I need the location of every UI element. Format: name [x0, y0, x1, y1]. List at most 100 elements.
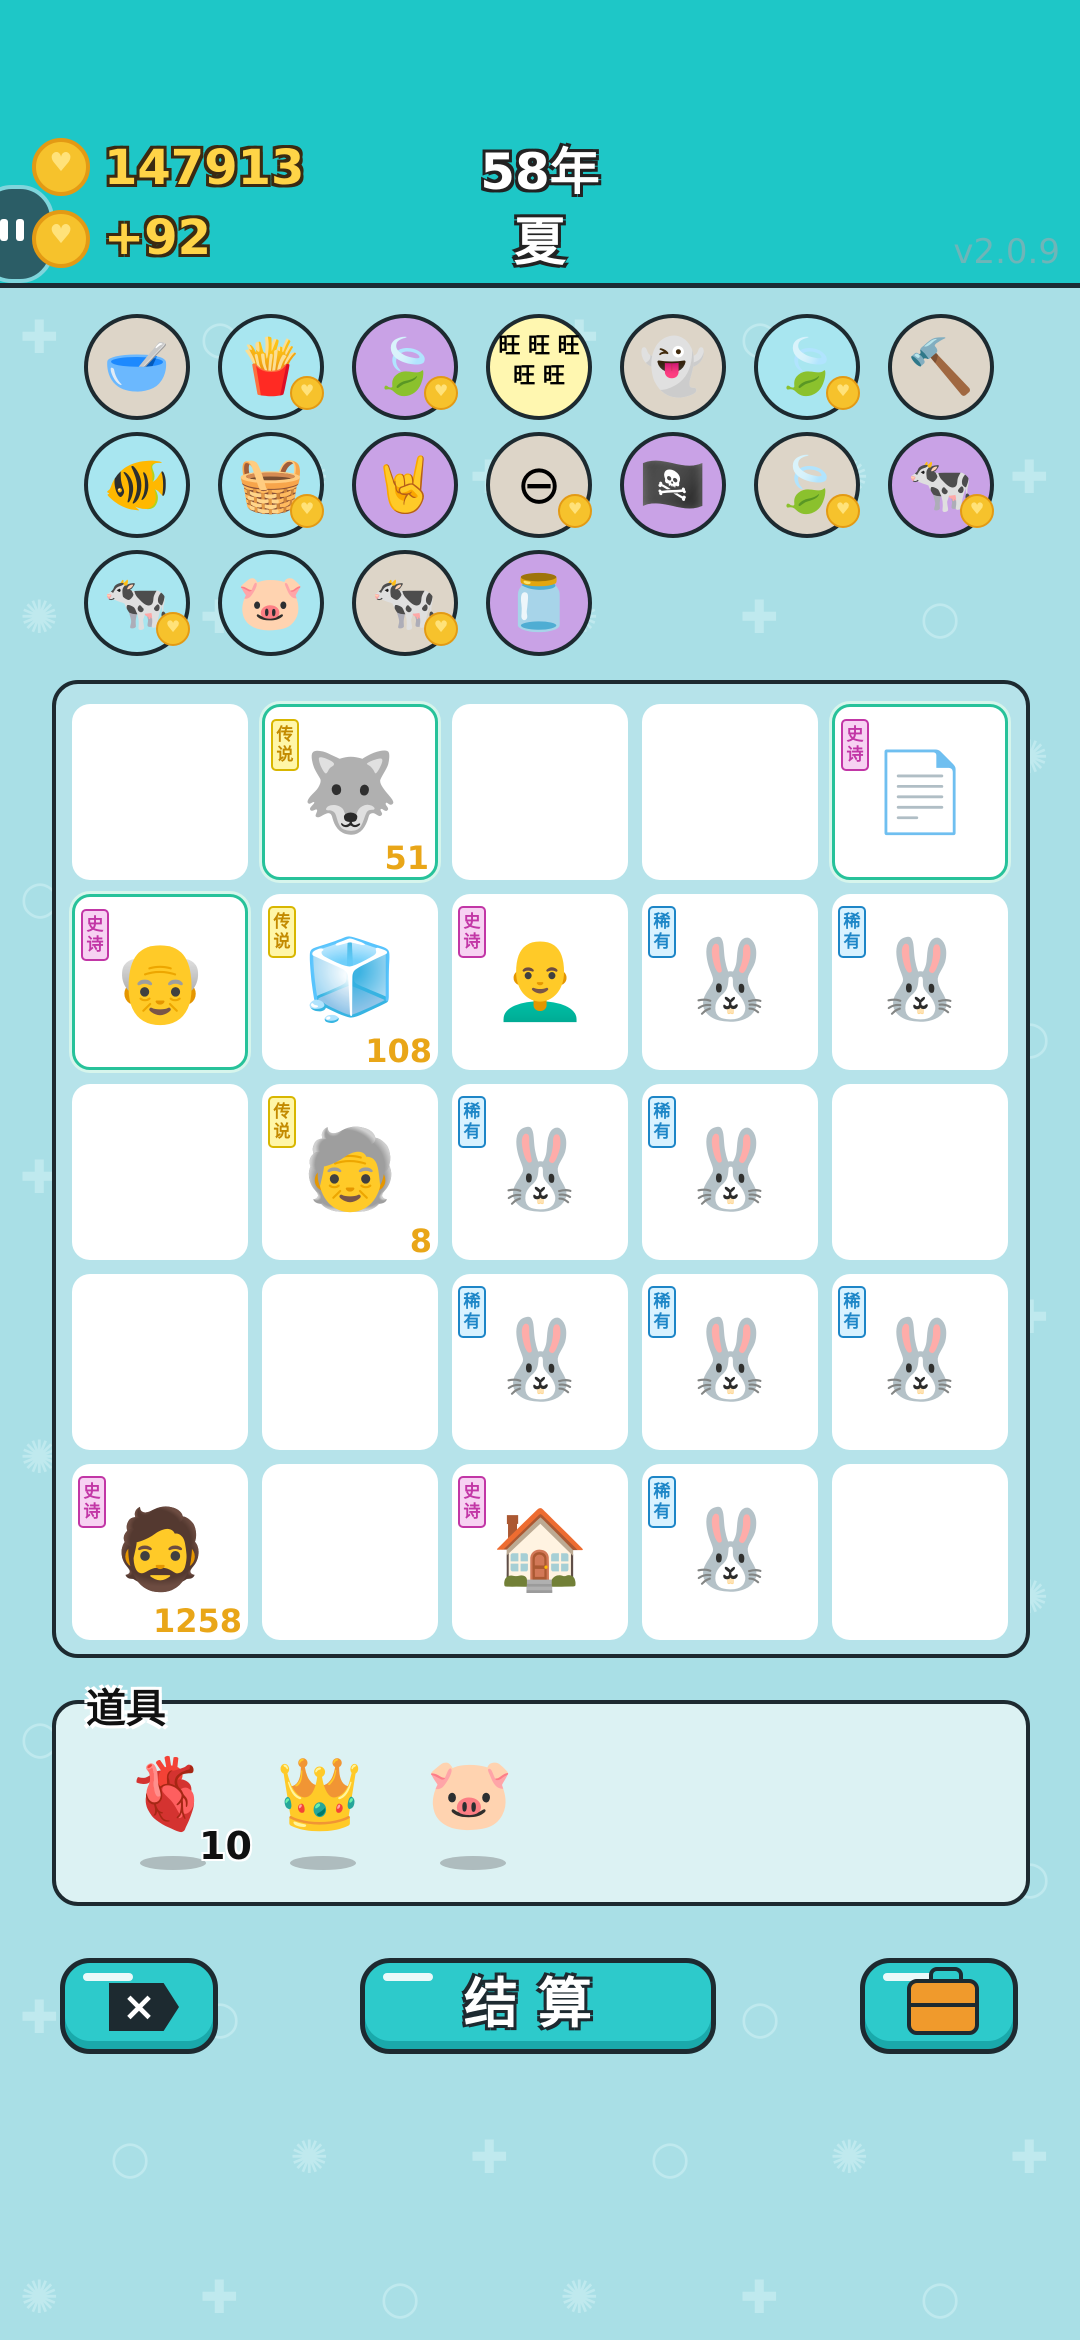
board-cell[interactable]: 史诗 🧔 1258 [72, 1464, 248, 1640]
tool-shadow [440, 1856, 506, 1870]
item-glyph: 🏴‍☠️ [639, 453, 707, 516]
button-gloss [83, 1973, 133, 1981]
board-cell[interactable]: 稀有 🐰 [452, 1084, 628, 1260]
pattern-shape: ○ [650, 2130, 691, 2184]
empty-cell[interactable] [72, 1274, 248, 1450]
cow-pair-icon[interactable]: 🐄 ♥ [888, 432, 994, 538]
inventory-button[interactable] [860, 1958, 1018, 2054]
jar-icon[interactable]: 🫙 [486, 550, 592, 656]
exit-button[interactable]: × [60, 1958, 218, 2054]
wang-text: 旺 旺 旺 旺 旺 [498, 334, 580, 389]
board-cell[interactable]: 稀有 🐰 [642, 1084, 818, 1260]
season-label: 夏 [513, 213, 566, 273]
coin-bonus-icon: ♥ [826, 494, 860, 528]
piggy-bank-icon[interactable]: 🐷 [218, 550, 324, 656]
board-cell[interactable]: 稀有 🐰 [832, 894, 1008, 1070]
rock-hand-icon[interactable]: 🤘 [352, 432, 458, 538]
pattern-shape: ✚ [1010, 2130, 1049, 2184]
empty-cell[interactable] [262, 1274, 438, 1450]
board-cell[interactable]: 传说 🧊 108 [262, 894, 438, 1070]
rich-grandpa-icon: 🧓 [301, 1125, 399, 1215]
item-glyph: 🫙 [505, 571, 573, 634]
cell-counter: 1258 [152, 1602, 242, 1640]
pattern-shape: ○ [740, 1990, 781, 2044]
year-label: 58年 [480, 143, 600, 201]
coin-bonus-icon: ♥ [424, 612, 458, 646]
pet-food-bowl-icon[interactable]: 🥣 [84, 314, 190, 420]
leaf-icon[interactable]: 🍃 ♥ [352, 314, 458, 420]
pattern-shape: ✚ [20, 1990, 59, 2044]
board-cell[interactable]: 稀有 🐰 [832, 1274, 1008, 1450]
leaf-icon[interactable]: 🍃 ♥ [754, 314, 860, 420]
pause-bar-icon [0, 219, 8, 241]
coin-bonus-icon: ♥ [156, 612, 190, 646]
tool-shadow [140, 1856, 206, 1870]
board-cell[interactable]: 史诗 👨‍🦲 [452, 894, 628, 1070]
coin-bonus-icon: ♥ [290, 376, 324, 410]
bearded-man-icon: 🧔 [111, 1505, 209, 1595]
empty-cell[interactable] [72, 1084, 248, 1260]
slot-board: 传说 🐺 51 史诗 📄 史诗 👴 传说 🧊 108 史诗 👨‍🦲 稀有 🐰 稀有 🐰 传说 🧓 8 稀有 🐰 稀有 🐰 稀有… [52, 680, 1030, 1658]
coin-bonus-icon: ♥ [960, 494, 994, 528]
empty-cell[interactable] [72, 704, 248, 880]
hammer-icon[interactable]: 🔨 [888, 314, 994, 420]
fish-tank-icon[interactable]: 🐠 [84, 432, 190, 538]
rabbit-icon: 🐰 [491, 1315, 589, 1405]
cow-pair-icon[interactable]: 🐄 ♥ [352, 550, 458, 656]
husky-king-icon: 🐺 [301, 748, 399, 838]
cow-pair-icon[interactable]: 🐄 ♥ [84, 550, 190, 656]
rabbit-icon: 🐰 [681, 1315, 779, 1405]
board-cell[interactable]: 史诗 👴 [72, 894, 248, 1070]
pattern-shape: ○ [920, 590, 961, 644]
board-cell[interactable]: 传说 🐺 51 [262, 704, 438, 880]
item-glyph: 🥣 [103, 335, 171, 398]
empty-cell[interactable] [262, 1464, 438, 1640]
board-cell[interactable]: 稀有 🐰 [642, 1274, 818, 1450]
empty-cell[interactable] [832, 1464, 1008, 1640]
tools-panel: 🫀 10 👑 🐷 [52, 1700, 1030, 1906]
rabbit-icon: 🐰 [681, 935, 779, 1025]
eye-patch-icon[interactable]: 🏴‍☠️ [620, 432, 726, 538]
cell-counter: 51 [384, 839, 429, 877]
board-cell[interactable]: 史诗 📄 [832, 704, 1008, 880]
pattern-shape: ✺ [290, 2130, 329, 2184]
pattern-shape: ✚ [740, 2270, 779, 2324]
crown-icon[interactable]: 👑 [260, 1744, 380, 1870]
settle-button[interactable]: 结算 [360, 1958, 716, 2054]
pattern-shape: ○ [380, 2270, 421, 2324]
ghost-icon[interactable]: 👻 [620, 314, 726, 420]
rabbit-icon: 🐰 [681, 1505, 779, 1595]
rabbit-house-icon: 🏠 [491, 1505, 589, 1595]
board-cell[interactable]: 稀有 🐰 [642, 1464, 818, 1640]
pattern-shape: ✚ [200, 2270, 239, 2324]
empty-cell[interactable] [642, 704, 818, 880]
french-fries-icon[interactable]: 🍟 ♥ [218, 314, 324, 420]
tool-glyph: 🐷 [426, 1753, 514, 1835]
board-cell[interactable]: 稀有 🐰 [452, 1274, 628, 1450]
board-cell[interactable]: 稀有 🐰 [642, 894, 818, 1070]
button-gloss [383, 1973, 433, 1981]
coin-gain: +92 [104, 210, 212, 266]
empty-cell[interactable] [832, 1084, 1008, 1260]
rabbit-icon: 🐰 [491, 1125, 589, 1215]
item-glyph: ⊖ [516, 453, 562, 516]
leaf-icon[interactable]: 🍃 ♥ [754, 432, 860, 538]
old-farmer-icon: 👴 [111, 938, 209, 1028]
rabbit-icon: 🐰 [681, 1125, 779, 1215]
top-bar: 147913 +92 58年 夏 v2.0.9 [0, 0, 1080, 288]
piggy-bank-icon[interactable]: 🐷 [410, 1744, 530, 1870]
wang-icon[interactable]: 旺 旺 旺 旺 旺 [486, 314, 592, 420]
rabbit-icon: 🐰 [871, 1315, 969, 1405]
minus-icon[interactable]: ⊖ ♥ [486, 432, 592, 538]
pattern-shape: ✚ [1010, 450, 1049, 504]
fridge-icon: 🧊 [301, 935, 399, 1025]
board-cell[interactable]: 史诗 🏠 [452, 1464, 628, 1640]
empty-cell[interactable] [452, 704, 628, 880]
coin-total: 147913 [104, 140, 305, 196]
coin-icon [32, 138, 90, 196]
coin-bonus-icon: ♥ [826, 376, 860, 410]
pattern-shape: ✺ [20, 2270, 59, 2324]
fruit-basket-icon[interactable]: 🧺 ♥ [218, 432, 324, 538]
board-cell[interactable]: 传说 🧓 8 [262, 1084, 438, 1260]
pattern-shape: ○ [920, 2270, 961, 2324]
